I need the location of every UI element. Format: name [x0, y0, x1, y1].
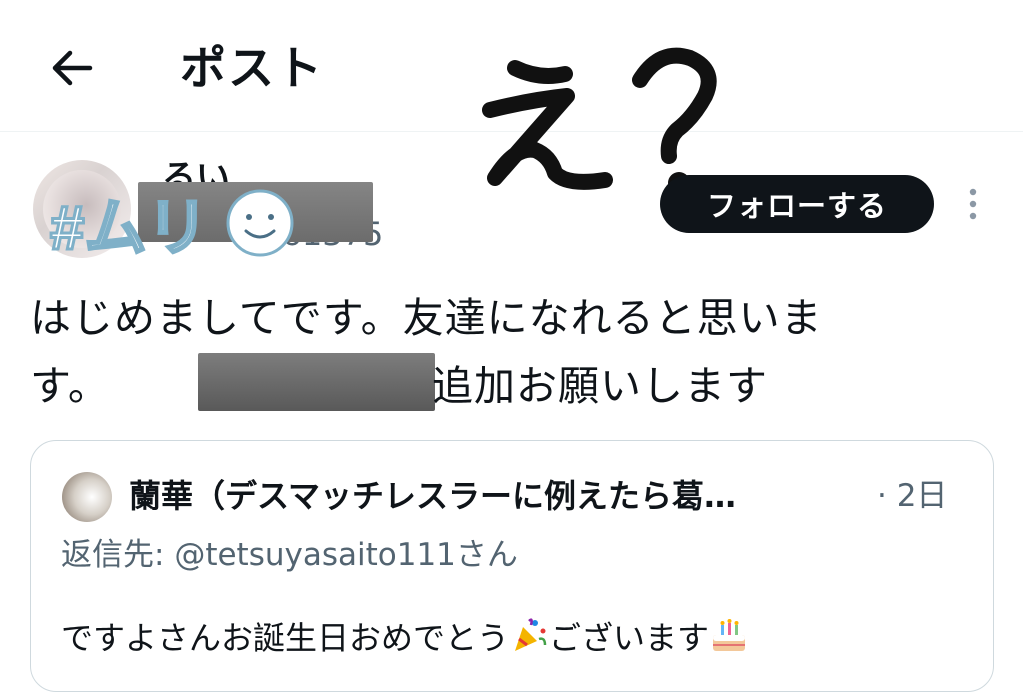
more-vertical-icon[interactable] [958, 186, 988, 222]
reply-handle[interactable]: @tetsuyasaito111 [174, 537, 456, 573]
sticker-overlay: #ムリ [49, 189, 294, 265]
redaction-block [198, 353, 435, 411]
post-text-line-2-start: す。 [30, 362, 110, 410]
reply-prefix: 返信先: [61, 537, 175, 573]
quoted-text-part-2: ございます [549, 619, 710, 657]
quoted-text-part-1: ですよさんお誕生日おめでとう [61, 619, 510, 657]
reply-to-line: 返信先: @tetsuyasaito111さん [61, 533, 518, 577]
quoted-post-text: ですよさんお誕生日おめでとう ございます [61, 615, 749, 660]
party-popper-icon [515, 618, 547, 651]
quoted-author-name: 蘭華（デスマッチレスラーに例えたら葛… [129, 477, 737, 515]
quoted-post-time: · 2日 [877, 478, 948, 514]
reply-suffix: さん [455, 537, 518, 573]
follow-button[interactable]: フォローする [660, 175, 934, 233]
quoted-post-card[interactable]: 蘭華（デスマッチレスラーに例えたら葛… · 2日 返信先: @tetsuyasa… [30, 440, 994, 692]
smiley-face-icon [226, 189, 294, 257]
post-text-line-1: はじめましてです。友達になれると思いま [30, 294, 823, 342]
post-text-line-2-end: 追加お願いします [432, 362, 768, 410]
quoted-author-avatar [62, 472, 112, 522]
arrow-left-icon[interactable] [46, 42, 98, 94]
birthday-cake-icon [713, 619, 746, 651]
handwritten-annotation [482, 47, 717, 194]
sticker-text: #ムリ [50, 194, 208, 263]
page-title: ポスト [180, 41, 324, 95]
author-display-name[interactable]: るい [162, 158, 230, 182]
